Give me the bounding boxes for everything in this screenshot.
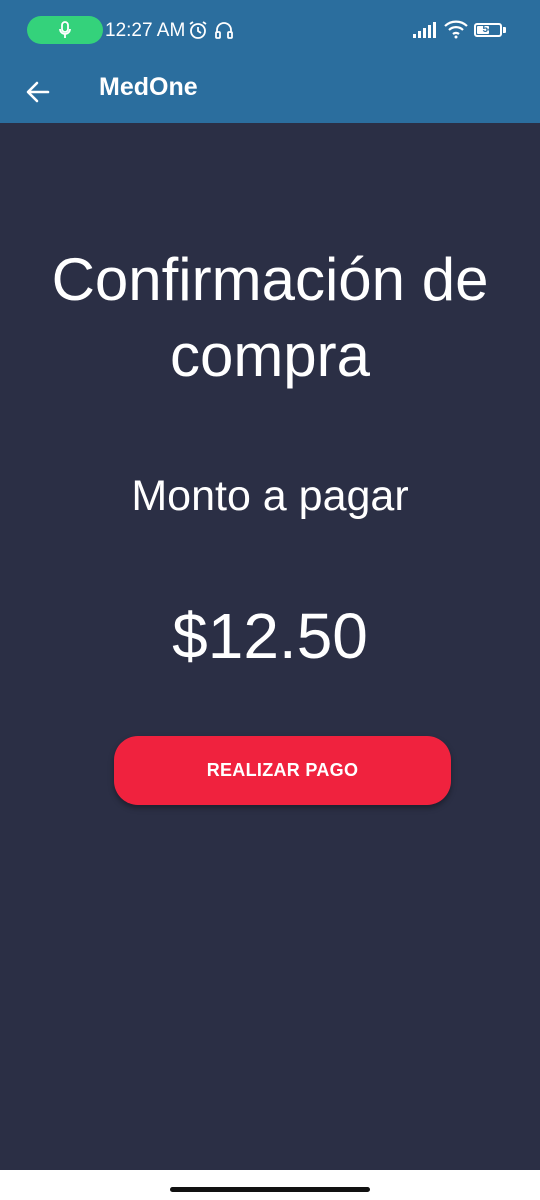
battery-tip: [503, 27, 506, 33]
microphone-indicator[interactable]: [27, 16, 103, 44]
app-title: MedOne: [99, 73, 198, 101]
arrow-left-icon: [26, 81, 50, 103]
headset-icon: [215, 22, 233, 39]
app-toolbar: MedOne: [0, 62, 540, 123]
amount-value: $12.50: [172, 600, 368, 672]
pay-button[interactable]: REALIZAR PAGO: [114, 736, 451, 805]
status-bar: 12:27 AM 54: [0, 0, 540, 62]
back-button[interactable]: [16, 72, 60, 112]
battery-icon: 54: [474, 23, 502, 37]
status-time: 12:27 AM: [105, 20, 186, 41]
home-gesture-handle[interactable]: [170, 1187, 370, 1192]
navigation-bar: [0, 1170, 540, 1200]
amount-label: Monto a pagar: [131, 472, 409, 520]
battery-level: 54: [482, 24, 494, 35]
page-title: Confirmación de compra: [51, 246, 489, 389]
alarm-icon: [189, 21, 207, 39]
wifi-icon: [444, 20, 468, 39]
microphone-icon: [59, 21, 71, 38]
signal-icon: [413, 22, 436, 38]
